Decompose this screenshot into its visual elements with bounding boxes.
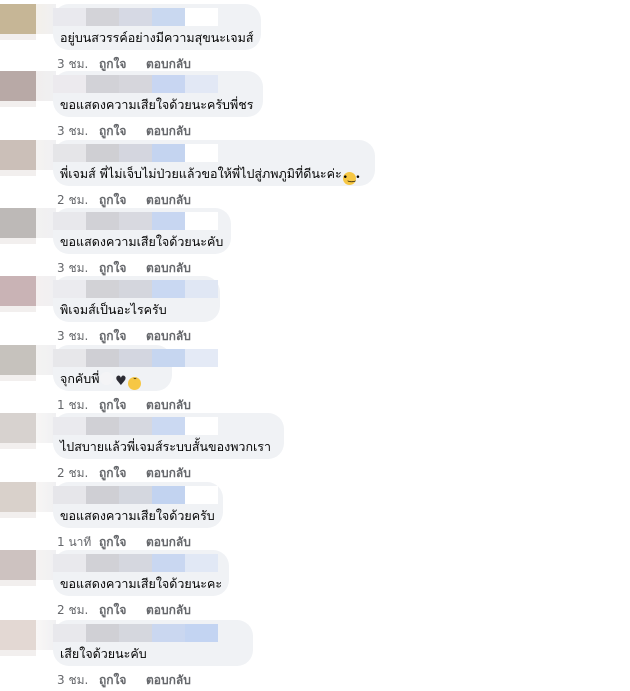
comment-bubble: ขอแสดงความเสียใจด้วยนะคับ [53,208,231,254]
like-button[interactable]: ถูกใจ [99,601,146,620]
comment-bubble: พี่เจมส์ พี่ไม่เจ็บไม่ป่วยแล้วขอให้พี่ไป… [53,140,375,186]
commenter-name-pixelated[interactable] [53,144,218,162]
avatar[interactable] [0,71,36,107]
comment-timestamp[interactable]: 3 ชม. [57,327,99,346]
avatar[interactable] [0,482,36,518]
commenter-name-pixelated[interactable] [53,417,218,435]
comment-text: ไปสบายแล้วพี่เจมส์ระบบสั้นของพวกเรา [60,439,271,455]
comment-text-content: ขอแสดงความเสียใจด้วยนะคะ [60,576,223,591]
comment-text-content: อยู่บนสวรรค์อย่างมีความสุขนะเจมส์ [60,30,254,45]
comment-bubble: จุกคับพี่ ♥ ˘ [53,345,218,391]
comment-bubble: ขอแสดงความเสียใจด้วยครับ [53,482,223,528]
avatar[interactable] [0,550,36,586]
comment-text: จุกคับพี่ ♥ ˘ [60,371,142,390]
comment-text: พิเจมส์เป็นอะไรครับ [60,302,167,318]
comment-text-content: จุกคับพี่ [60,371,100,386]
like-button[interactable]: ถูกใจ [99,327,146,346]
comment-bubble: ขอแสดงความเสียใจด้วยนะคะ [53,550,229,596]
reply-button[interactable]: ตอบกลับ [146,122,191,141]
comment-bubble: ไปสบายแล้วพี่เจมส์ระบบสั้นของพวกเรา [53,413,284,459]
avatar[interactable] [0,620,36,656]
comment-text-content: พิเจมส์เป็นอะไรครับ [60,302,167,317]
reply-button[interactable]: ตอบกลับ [146,601,191,620]
comment-text-content: ไปสบายแล้วพี่เจมส์ระบบสั้นของพวกเรา [60,439,272,454]
black-heart-icon: ♥ [115,374,127,389]
comment-text-content: ขอแสดงความเสียใจด้วยครับ [60,508,215,523]
commenter-name-pixelated[interactable] [53,8,218,26]
comment-bubble: ขอแสดงความเสียใจด้วยนะครับพี่ชร [53,71,263,117]
commenter-name-pixelated[interactable] [53,486,218,504]
avatar[interactable] [0,276,36,312]
comment-bubble: พิเจมส์เป็นอะไรครับ [53,276,220,322]
comment-text: ขอแสดงความเสียใจด้วยนะคับ [60,234,223,250]
reply-button[interactable]: ตอบกลับ [146,327,191,346]
comment-timestamp[interactable]: 3 ชม. [57,671,99,690]
commenter-name-pixelated[interactable] [53,75,218,93]
comment-text: ขอแสดงความเสียใจด้วยนะคะ [60,576,222,592]
reply-button[interactable]: ตอบกลับ [146,464,191,483]
comment-actions: 3 ชม. ถูกใจ ตอบกลับ [57,671,191,690]
white-heart-icon [100,372,114,385]
commenter-name-pixelated[interactable] [53,280,218,298]
like-button[interactable]: ถูกใจ [99,671,146,690]
comment-text-content: พี่เจมส์ พี่ไม่เจ็บไม่ป่วยแล้วขอให้พี่ไป… [60,166,342,181]
comment-bubble: เสียใจด้วยนะคับ [53,620,253,666]
comment-text: ขอแสดงความเสียใจด้วยครับ [60,508,215,524]
comment-text-content: เสียใจด้วยนะคับ [60,646,147,661]
commenter-name-pixelated[interactable] [53,212,218,230]
comment-actions: 2 ชม. ถูกใจ ตอบกลับ [57,464,191,483]
avatar[interactable] [0,345,36,381]
comment-timestamp[interactable]: 2 ชม. [57,464,99,483]
commenter-name-pixelated[interactable] [53,624,218,642]
commenter-name-pixelated[interactable] [53,349,218,367]
comment-text: เสียใจด้วยนะคับ [60,646,147,662]
comment-text-content: ขอแสดงความเสียใจด้วยนะครับพี่ชร [60,97,254,112]
avatar[interactable] [0,208,36,244]
comment-text: ขอแสดงความเสียใจด้วยนะครับพี่ชร [60,97,253,113]
crying-face-icon: ˘ [128,377,142,390]
comment-actions: 2 ชม. ถูกใจ ตอบกลับ [57,601,191,620]
comment-timestamp[interactable]: 3 ชม. [57,122,99,141]
reply-button[interactable]: ตอบกลับ [146,671,191,690]
comment-text-content: ขอแสดงความเสียใจด้วยนะคับ [60,234,224,249]
comment-timestamp[interactable]: 2 ชม. [57,601,99,620]
like-button[interactable]: ถูกใจ [99,464,146,483]
comment-bubble: อยู่บนสวรรค์อย่างมีความสุขนะเจมส์ [53,4,261,50]
avatar[interactable] [0,413,36,449]
comment-actions: 3 ชม. ถูกใจ ตอบกลับ [57,327,191,346]
comment-actions: 3 ชม. ถูกใจ ตอบกลับ [57,122,191,141]
commenter-name-pixelated[interactable] [53,554,218,572]
like-button[interactable]: ถูกใจ [99,122,146,141]
comment-text: พี่เจมส์ พี่ไม่เจ็บไม่ป่วยแล้วขอให้พี่ไป… [60,166,361,185]
comment-text: อยู่บนสวรรค์อย่างมีความสุขนะเจมส์ [60,30,253,46]
avatar[interactable] [0,140,36,176]
pleading-face-icon: •‿• [342,172,361,185]
avatar[interactable] [0,4,36,40]
